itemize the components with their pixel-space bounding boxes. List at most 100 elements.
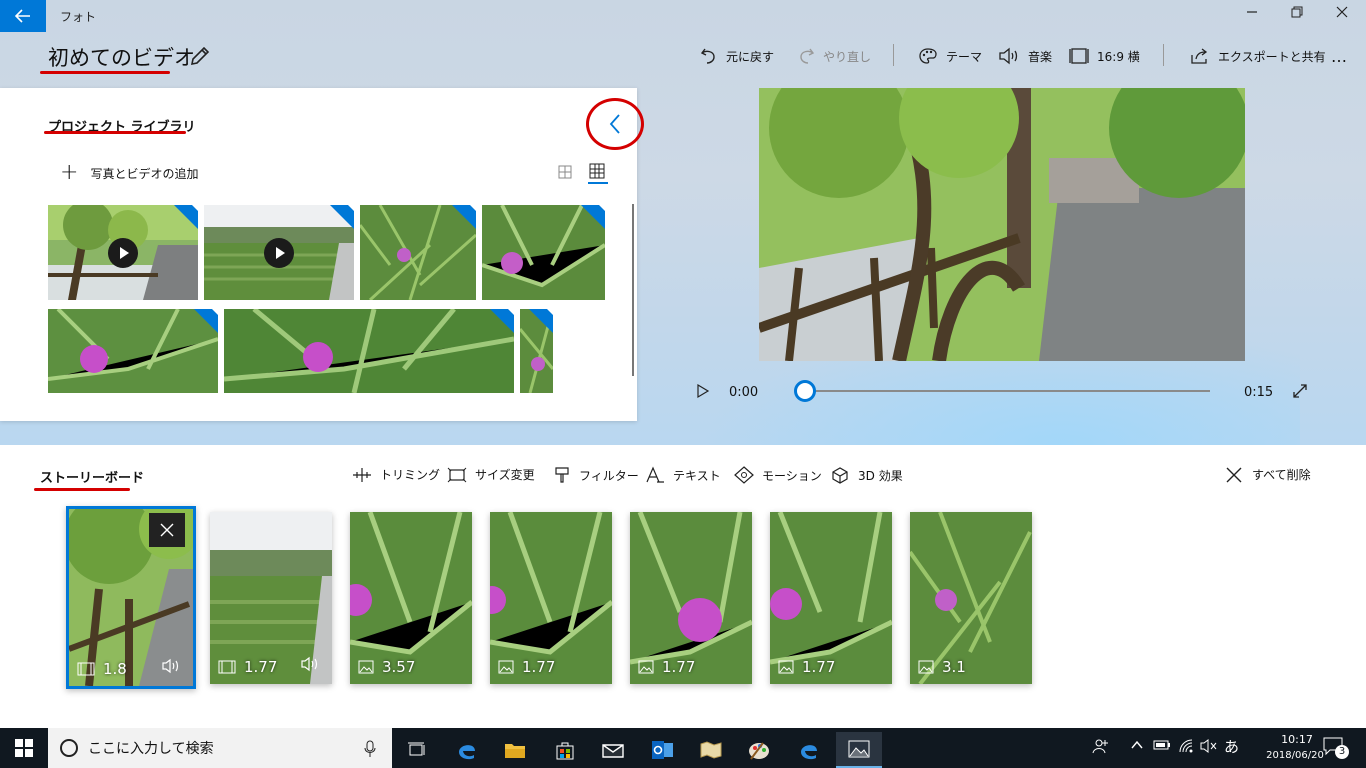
3d-effects-button[interactable]: 3D 効果	[830, 466, 903, 484]
storyboard-card[interactable]: 1.77	[630, 512, 752, 684]
grid-large-icon	[589, 163, 605, 179]
text-button[interactable]: テキスト	[645, 466, 721, 484]
clock-time[interactable]: 10:17	[1270, 733, 1324, 746]
resize-icon	[447, 467, 467, 482]
storyboard-card[interactable]: 1.77	[210, 512, 332, 684]
library-thumbnail[interactable]	[48, 309, 218, 393]
trim-button[interactable]: トリミング	[352, 466, 440, 483]
file-explorer-button[interactable]	[492, 732, 538, 768]
outlook-button[interactable]	[640, 732, 686, 768]
volume-muted-icon[interactable]	[1200, 738, 1218, 758]
library-thumbnail[interactable]	[204, 205, 354, 300]
selected-corner-icon	[490, 309, 514, 333]
preview-image	[759, 88, 1245, 361]
library-thumbnail[interactable]	[482, 205, 605, 300]
aspect-ratio-button[interactable]: 16:9 横	[1069, 44, 1140, 68]
seek-thumb[interactable]	[794, 380, 816, 402]
store-button[interactable]	[542, 732, 588, 768]
text-label: テキスト	[673, 468, 721, 483]
clock-date[interactable]: 2018/06/20	[1262, 750, 1328, 761]
collapse-library-button[interactable]	[586, 98, 644, 150]
close-button[interactable]	[1327, 6, 1357, 22]
taskbar-search-box[interactable]: ここに入力して検索	[48, 728, 392, 768]
action-center-button[interactable]: 3	[1322, 736, 1350, 762]
mail-button[interactable]	[590, 732, 636, 768]
fullscreen-button[interactable]	[1292, 383, 1310, 401]
grid-view-small-button[interactable]	[558, 164, 574, 180]
storyboard-card[interactable]: 1.8	[66, 506, 196, 689]
thumbnail-image	[48, 309, 218, 393]
storyboard-card[interactable]: 1.77	[770, 512, 892, 684]
speaker-icon[interactable]	[300, 656, 320, 672]
clip-duration: 1.77	[218, 658, 277, 676]
battery-icon[interactable]	[1153, 738, 1171, 756]
show-hidden-icons-button[interactable]	[1130, 738, 1144, 756]
storyboard-card[interactable]: 3.57	[350, 512, 472, 684]
aspect-ratio-icon	[1069, 48, 1089, 64]
filter-button[interactable]: フィルター	[553, 466, 639, 484]
undo-button[interactable]: 元に戻す	[700, 44, 774, 68]
music-button[interactable]: 音楽	[998, 44, 1052, 68]
redo-label: やり直し	[823, 49, 872, 64]
outlook-icon	[652, 741, 673, 759]
minimize-button[interactable]	[1237, 6, 1267, 22]
library-thumbnail[interactable]	[360, 205, 476, 300]
microphone-icon	[364, 740, 376, 757]
task-view-button[interactable]	[394, 732, 440, 768]
play-button[interactable]	[696, 383, 712, 401]
back-button[interactable]	[0, 0, 46, 32]
more-label: …	[1331, 46, 1347, 66]
storyboard-title: ストーリーボード	[40, 471, 145, 486]
maps-button[interactable]	[688, 732, 734, 768]
selected-corner-icon	[174, 205, 198, 229]
paint-button[interactable]	[736, 732, 782, 768]
photos-taskbar-button[interactable]	[836, 732, 882, 768]
resize-label: サイズ変更	[475, 468, 535, 482]
library-scrollbar[interactable]	[632, 204, 634, 376]
app-title: フォト	[60, 10, 97, 24]
theme-button[interactable]: テーマ	[918, 44, 982, 68]
palette-icon	[919, 48, 937, 64]
motion-button[interactable]: モーション	[734, 466, 822, 484]
video-preview[interactable]	[759, 88, 1245, 361]
wifi-icon	[1179, 739, 1193, 753]
library-thumbnail[interactable]	[520, 309, 553, 393]
storyboard-card[interactable]: 1.77	[490, 512, 612, 684]
edge-taskbar-button[interactable]	[786, 732, 832, 768]
redo-button[interactable]: やり直し	[797, 44, 871, 68]
seek-bar[interactable]	[805, 390, 1210, 392]
motion-icon	[734, 466, 754, 484]
library-thumbnail[interactable]	[224, 309, 514, 393]
wifi-icon[interactable]	[1178, 738, 1196, 758]
storyboard-card[interactable]: 3.1	[910, 512, 1032, 684]
library-thumbnail[interactable]	[48, 205, 198, 300]
resize-button[interactable]: サイズ変更	[447, 466, 535, 483]
annotation-underline	[44, 131, 186, 134]
duration-value: 3.1	[942, 658, 966, 676]
add-media-button[interactable]: + 写真とビデオの追加	[60, 162, 198, 184]
grid-view-large-button[interactable]	[588, 162, 608, 184]
edge-taskbar-button[interactable]	[444, 732, 490, 768]
speaker-icon[interactable]	[161, 658, 181, 674]
edge-icon	[801, 745, 817, 760]
restore-button[interactable]	[1282, 6, 1312, 22]
microphone-button[interactable]	[364, 740, 376, 762]
project-title[interactable]: 初めてのビデオ	[48, 42, 195, 72]
edit-title-button[interactable]	[188, 44, 214, 70]
people-icon[interactable]	[1092, 738, 1110, 758]
ime-indicator[interactable]: あ	[1224, 736, 1239, 757]
trim-label: トリミング	[380, 468, 441, 482]
start-button[interactable]	[0, 728, 48, 768]
delete-all-button[interactable]: すべて削除	[1226, 466, 1311, 483]
music-label: 音楽	[1028, 49, 1053, 64]
video-clip-icon	[218, 660, 236, 674]
grid-small-icon	[558, 165, 572, 179]
play-icon	[697, 383, 710, 399]
export-button[interactable]: エクスポートと共有	[1190, 44, 1326, 68]
selected-corner-icon	[452, 205, 476, 229]
add-media-label: 写真とビデオの追加	[90, 166, 199, 181]
close-icon	[1226, 467, 1242, 482]
more-button[interactable]: …	[1331, 44, 1347, 68]
remove-clip-button[interactable]	[149, 513, 185, 547]
project-library-panel: プロジェクト ライブラリ + 写真とビデオの追加	[0, 88, 644, 421]
